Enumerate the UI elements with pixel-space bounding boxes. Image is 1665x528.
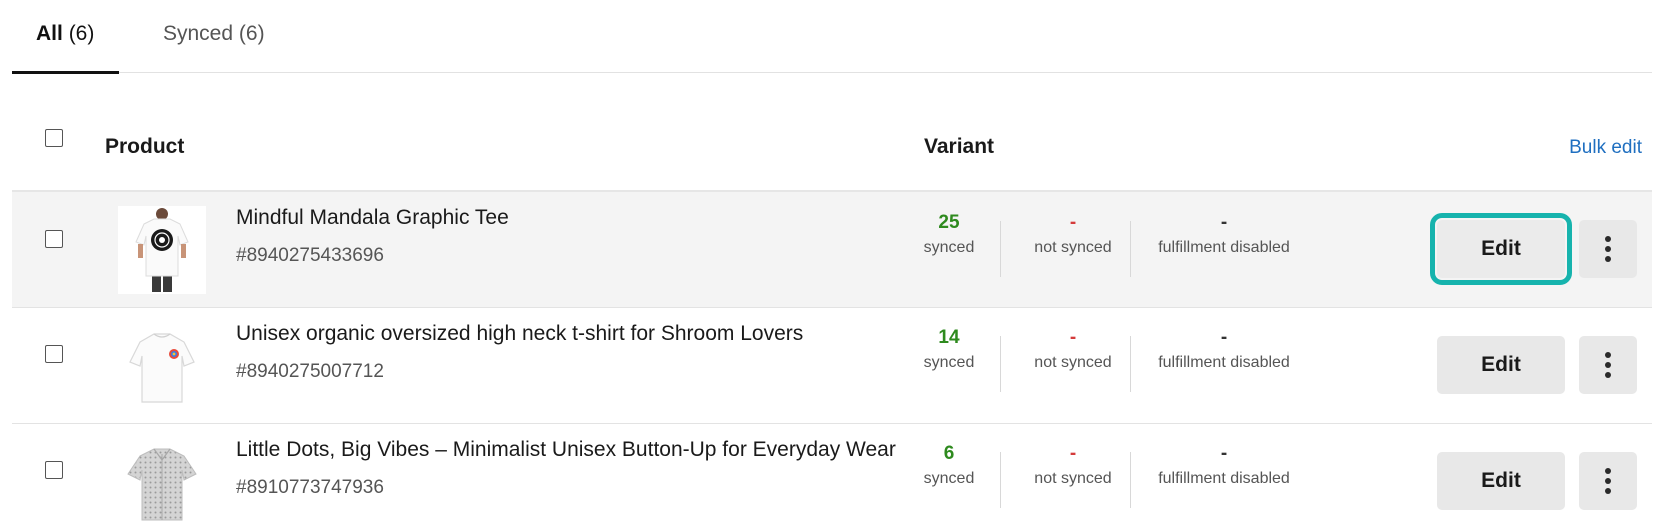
fulfillment-status-label: fulfillment disabled xyxy=(1158,239,1290,256)
fulfillment-status: - fulfillment disabled xyxy=(1139,326,1309,372)
divider xyxy=(1000,452,1001,508)
tab-all[interactable]: All (6) xyxy=(12,0,119,74)
tab-synced[interactable]: Synced (6) xyxy=(151,0,281,73)
synced-count-label: synced xyxy=(923,470,975,487)
table-row: Unisex organic oversized high neck t-shi… xyxy=(12,308,1652,424)
synced-count-label: synced xyxy=(923,239,975,256)
bulk-edit-link[interactable]: Bulk edit xyxy=(1569,137,1642,159)
more-options-button[interactable] xyxy=(1579,452,1637,510)
not-synced-count: - not synced xyxy=(1009,442,1137,488)
divider xyxy=(1130,452,1131,508)
product-column-header: Product xyxy=(105,135,185,158)
product-id: #8940275007712 xyxy=(236,361,384,382)
synced-count-value: 25 xyxy=(938,212,960,233)
not-synced-count: - not synced xyxy=(1009,326,1137,372)
button-up-shirt-icon xyxy=(118,440,206,528)
not-synced-count: - not synced xyxy=(1009,211,1137,257)
edit-button[interactable]: Edit xyxy=(1437,452,1565,510)
table-row: Little Dots, Big Vibes – Minimalist Unis… xyxy=(12,424,1652,528)
divider xyxy=(1000,221,1001,277)
not-synced-count-value: - xyxy=(1069,212,1077,233)
fulfillment-status-value: - xyxy=(1220,212,1228,233)
table-header: Product Variant Bulk edit xyxy=(12,115,1652,192)
synced-count-value: 14 xyxy=(938,327,960,348)
product-id: #8910773747936 xyxy=(236,477,384,498)
tab-bar: All (6) Synced (6) xyxy=(12,0,1652,74)
fulfillment-status-label: fulfillment disabled xyxy=(1158,470,1290,487)
tee-mandala-icon xyxy=(118,206,206,294)
edit-button[interactable]: Edit xyxy=(1430,213,1572,285)
tab-synced-label: Synced xyxy=(163,22,234,45)
synced-count: 14 synced xyxy=(912,326,986,372)
divider xyxy=(1130,336,1131,392)
divider xyxy=(1130,221,1131,277)
product-name[interactable]: Unisex organic oversized high neck t-shi… xyxy=(236,322,803,346)
variant-column-header: Variant xyxy=(924,135,995,158)
product-name[interactable]: Mindful Mandala Graphic Tee xyxy=(236,206,509,230)
fulfillment-status: - fulfillment disabled xyxy=(1139,211,1309,257)
divider xyxy=(1000,336,1001,392)
fulfillment-status-label: fulfillment disabled xyxy=(1158,354,1290,371)
select-all-checkbox[interactable] xyxy=(45,129,63,147)
synced-count-label: synced xyxy=(923,354,975,371)
more-options-button[interactable] xyxy=(1579,336,1637,394)
product-name[interactable]: Little Dots, Big Vibes – Minimalist Unis… xyxy=(236,438,896,462)
fulfillment-status-value: - xyxy=(1220,327,1228,348)
synced-count: 6 synced xyxy=(912,442,986,488)
product-id: #8940275433696 xyxy=(236,245,384,266)
not-synced-count-value: - xyxy=(1069,327,1077,348)
synced-count-value: 6 xyxy=(943,443,955,464)
more-vertical-icon xyxy=(1605,468,1611,494)
tee-white-icon xyxy=(118,324,206,412)
tab-all-label: All xyxy=(36,22,63,45)
edit-button[interactable]: Edit xyxy=(1437,336,1565,394)
more-vertical-icon xyxy=(1605,236,1611,262)
tab-all-count: (6) xyxy=(68,22,95,45)
table-row: Mindful Mandala Graphic Tee #89402754336… xyxy=(12,192,1652,308)
tab-synced-count: (6) xyxy=(238,22,265,45)
not-synced-count-label: not synced xyxy=(1034,239,1112,256)
fulfillment-status-value: - xyxy=(1220,443,1228,464)
row-checkbox[interactable] xyxy=(45,230,63,248)
not-synced-count-label: not synced xyxy=(1034,354,1112,371)
synced-count: 25 synced xyxy=(912,211,986,257)
fulfillment-status: - fulfillment disabled xyxy=(1139,442,1309,488)
row-checkbox[interactable] xyxy=(45,345,63,363)
not-synced-count-value: - xyxy=(1069,443,1077,464)
more-options-button[interactable] xyxy=(1579,220,1637,278)
not-synced-count-label: not synced xyxy=(1034,470,1112,487)
row-checkbox[interactable] xyxy=(45,461,63,479)
more-vertical-icon xyxy=(1605,352,1611,378)
